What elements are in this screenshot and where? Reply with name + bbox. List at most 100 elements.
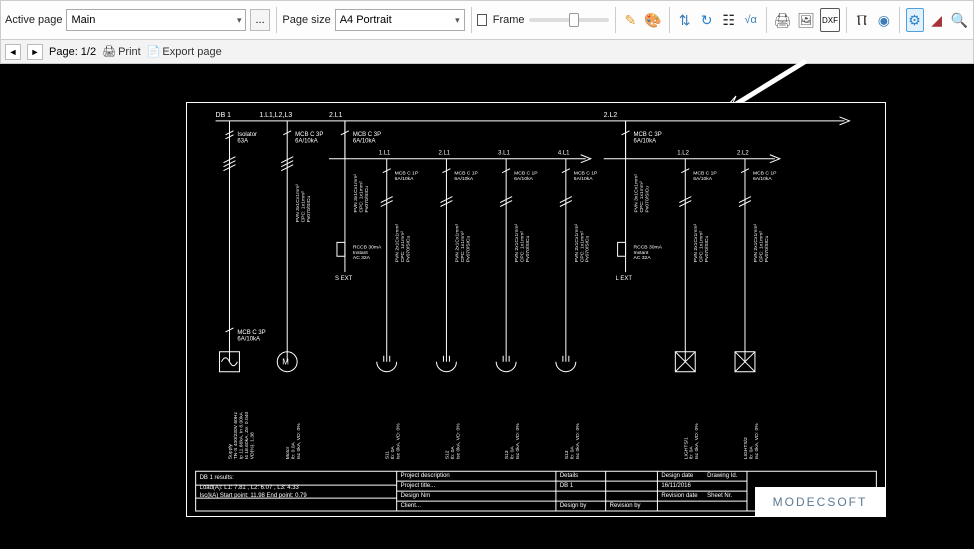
pencil-icon[interactable]: ✎ (621, 8, 639, 32)
chevron-down-icon: ▾ (237, 15, 242, 26)
page-toolbar: ◄ ► Page: 1/2 🖨Print 📄Export page (0, 40, 974, 64)
supply-branch: Isolator63A PVN 4x1Cx1mm²CPC: 1x1mm²Pv07… (187, 103, 266, 372)
svg-text:Sheet Nr.: Sheet Nr. (707, 493, 732, 499)
page-size-dropdown[interactable]: A4 Portrait ▾ (335, 9, 465, 31)
svg-text:Project title...: Project title... (401, 483, 436, 489)
shapes-icon[interactable]: ◉ (875, 8, 893, 32)
svg-text:2.L1: 2.L1 (329, 112, 343, 119)
lext-branch: MCB C 3P6A/10kA PVN 3x1Cx1mm²CPC: 1x1mm²… (616, 121, 663, 282)
svg-text:MCB C 1P6A/10kA: MCB C 1P6A/10kA (514, 171, 538, 182)
svg-text:DB 1: DB 1 (216, 112, 232, 119)
svg-text:Revision date: Revision date (661, 493, 698, 499)
toolbar-separator (471, 7, 472, 33)
zoom-slider[interactable] (529, 18, 609, 22)
palette-icon[interactable]: 🎨 (643, 8, 662, 32)
drawing-page: DB 1 1.L1,L2,L3 2.L1 2.L2 Isolator63A PV… (186, 102, 886, 517)
main-toolbar: Active page Main ▾ ... Page size A4 Port… (0, 0, 974, 40)
export-page-button[interactable]: 📄Export page (147, 45, 222, 58)
active-page-value: Main (71, 14, 95, 26)
printer-icon[interactable]: 🖨 (772, 8, 792, 32)
svg-text:LIGHTS/2Ib: 0AIsc 0kA, VD: 0%: LIGHTS/2Ib: 0AIsc 0kA, VD: 0% (743, 423, 760, 459)
active-page-label: Active page (5, 14, 62, 26)
eraser-icon[interactable]: ◢ (928, 8, 946, 32)
svg-text:3.L1: 3.L1 (498, 151, 510, 157)
svg-text:PVN 2x1Cx1mm²CPC: 1x1mm²Pv070/: PVN 2x1Cx1mm²CPC: 1x1mm²Pv070/SICu (454, 224, 471, 263)
svg-text:M: M (282, 358, 289, 367)
toolbar-separator (846, 7, 847, 33)
next-page-button[interactable]: ► (27, 44, 43, 60)
svg-text:S EXT: S EXT (335, 276, 353, 282)
slider-thumb[interactable] (569, 13, 579, 27)
pi-network-icon[interactable]: ☷ (720, 8, 738, 32)
svg-text:S13Ib: 0AIsc 0kA, VD: 0%: S13Ib: 0AIsc 0kA, VD: 0% (504, 423, 521, 459)
svg-text:S11Ib: 0AIsc 0kA, VD: 0%: S11Ib: 0AIsc 0kA, VD: 0% (385, 423, 402, 459)
svg-text:4.L1: 4.L1 (558, 151, 570, 157)
svg-text:Client...: Client... (401, 503, 422, 509)
svg-text:MCB C 3P6A/10kA: MCB C 3P6A/10kA (634, 132, 662, 145)
toolbar-separator (899, 7, 900, 33)
chevron-down-icon: ▾ (455, 15, 460, 26)
socket-branches: 1.L1 MCB C 1P6A/10kA PVN 2x1Cx1mm²CPC: 1… (377, 151, 598, 372)
sext-branch: MCB C 3P6A/10kA PVN 3x1Cx1mm²CPC: 1x1mm²… (335, 121, 382, 282)
svg-text:DB 1: DB 1 (560, 483, 574, 489)
svg-text:MCB C 1P6A/10kA: MCB C 1P6A/10kA (454, 171, 478, 182)
schematic-canvas[interactable]: DB 1 1.L1,L2,L3 2.L1 2.L2 Isolator63A PV… (0, 64, 974, 549)
svg-text:1.L2: 1.L2 (677, 151, 689, 157)
svg-text:Isolator63A: Isolator63A (237, 132, 257, 145)
svg-text:L EXT: L EXT (616, 276, 633, 282)
svg-text:Revision by: Revision by (610, 503, 641, 509)
toolbar-separator (615, 7, 616, 33)
svg-text:2.L1: 2.L1 (438, 151, 450, 157)
tool-a-icon[interactable]: Ⲡ (853, 8, 871, 32)
frame-label: Frame (493, 14, 525, 26)
svg-text:PVN 3x1Cx1mm²CPC: 1x1mm²Pv070/: PVN 3x1Cx1mm²CPC: 1x1mm²Pv070/SICu (295, 184, 312, 223)
page-size-value: A4 Portrait (340, 14, 392, 26)
svg-text:PVN 2x1Cx1mm²CPC: 1x1mm²Pv070/: PVN 2x1Cx1mm²CPC: 1x1mm²Pv070/SICu (753, 224, 770, 263)
active-page-dropdown[interactable]: Main ▾ (66, 9, 246, 31)
svg-text:Details: Details (560, 473, 578, 479)
dxf-export-icon[interactable]: DXF (820, 8, 840, 32)
svg-text:PVN 2x1Cx1mm²CPC: 1x1mm²Pv070/: PVN 2x1Cx1mm²CPC: 1x1mm²Pv070/SICu (693, 224, 710, 263)
svg-text:1.L1: 1.L1 (379, 151, 391, 157)
svg-text:RCCB 30mAInstantAC 32A: RCCB 30mAInstantAC 32A (634, 244, 663, 261)
page-size-label: Page size (282, 14, 330, 26)
svg-text:DB 1 results:: DB 1 results: (200, 475, 235, 481)
formula-icon[interactable]: √α (742, 8, 760, 32)
export-icon: 📄 (147, 45, 161, 58)
svg-text:Project description: Project description (401, 473, 450, 479)
svg-text:Drawing Id.: Drawing Id. (707, 473, 738, 479)
svg-text:PVN 2x1Cx1mm²CPC: 1x1mm²Pv070/: PVN 2x1Cx1mm²CPC: 1x1mm²Pv070/SICu (514, 224, 531, 263)
toolbar-separator (766, 7, 767, 33)
svg-text:2.L2: 2.L2 (604, 112, 618, 119)
page-info-label: Page: 1/2 (49, 46, 96, 58)
frame-checkbox[interactable] (477, 14, 486, 26)
toolbar-separator (276, 7, 277, 33)
svg-text:Load(A): L1: 7.81 , L2: 6.07 ,: Load(A): L1: 7.81 , L2: 6.07 , L3: 4.33 (200, 485, 300, 491)
svg-text:MCB C 1P6A/10kA: MCB C 1P6A/10kA (574, 171, 598, 182)
svg-text:PVN 2x1Cx1mm²CPC: 1x1mm²Pv070/: PVN 2x1Cx1mm²CPC: 1x1mm²Pv070/SICu (395, 224, 412, 263)
svg-text:PVN 3x1Cx1mm²CPC: 1x1mm²Pv070/: PVN 3x1Cx1mm²CPC: 1x1mm²Pv070/SICu (634, 174, 651, 213)
svg-text:MotorIb: 0.0AIsc 0kA, VD: 0%: MotorIb: 0.0AIsc 0kA, VD: 0% (285, 423, 302, 459)
svg-text:Design by: Design by (560, 503, 587, 509)
search-icon[interactable]: 🔍 (950, 8, 969, 32)
active-page-more-button[interactable]: ... (250, 9, 269, 31)
settings-sliders-icon[interactable]: ⇅ (676, 8, 694, 32)
logo: MODECSOFT (755, 487, 885, 516)
svg-text:Design date: Design date (661, 473, 694, 479)
refresh-icon[interactable]: ↻ (698, 8, 716, 32)
svg-text:1.L1,L2,L3: 1.L1,L2,L3 (259, 112, 292, 119)
svg-text:16/11/2016: 16/11/2016 (661, 483, 691, 489)
svg-text:RCCB 30mAInstantAC 32A: RCCB 30mAInstantAC 32A (353, 244, 382, 261)
puzzle-icon[interactable]: ⚙ (906, 8, 924, 32)
svg-text:MCB C 1P6A/10kA: MCB C 1P6A/10kA (395, 171, 419, 182)
svg-text:MCB C 3P6A/10kA: MCB C 3P6A/10kA (237, 330, 265, 343)
svg-text:S13Ib: 0AIsc 0kA, VD: 0%: S13Ib: 0AIsc 0kA, VD: 0% (564, 423, 581, 459)
print-button[interactable]: 🖨Print (102, 45, 141, 58)
prev-page-button[interactable]: ◄ (5, 44, 21, 60)
svg-text:PVN 2x1Cx1mm²CPC: 1x1mm²Pv070/: PVN 2x1Cx1mm²CPC: 1x1mm²Pv070/SICu (574, 224, 591, 263)
bottom-labels: SupplyTN-S 400/230V 60HzIp 11.66kA, In 6… (227, 411, 759, 459)
motor-branch: MCB C 3P6A/10kA PVN 3x1Cx1mm²CPC: 1x1mm²… (277, 121, 323, 372)
export-image-icon[interactable]: 🖼 (796, 8, 816, 32)
svg-text:Design Nm: Design Nm (401, 493, 431, 499)
svg-text:MCB C 1P6A/10kA: MCB C 1P6A/10kA (693, 171, 717, 182)
